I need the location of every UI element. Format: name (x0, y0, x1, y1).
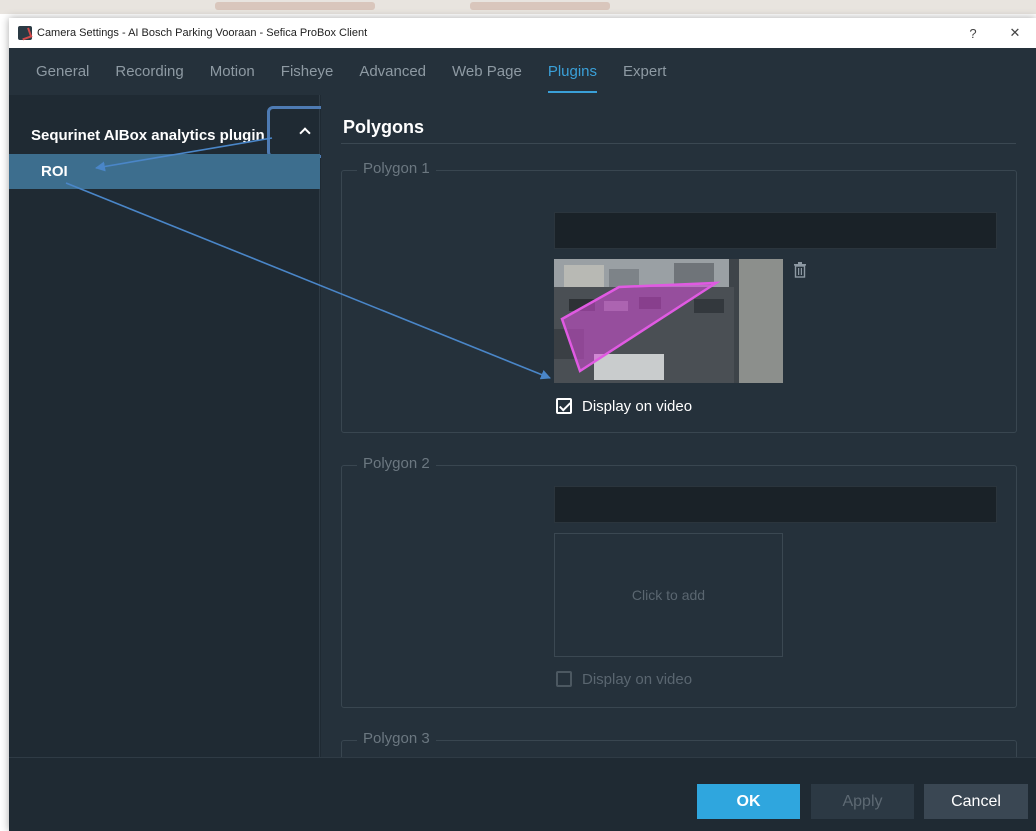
polygon-group-3: Polygon 3 (341, 730, 1017, 757)
sidebar-item-roi[interactable]: ROI (9, 154, 320, 189)
polygon-3-label: Polygon 3 (357, 730, 436, 747)
polygon-1-label: Polygon 1 (357, 160, 436, 177)
plugin-label: Sequrinet AIBox analytics plugin (31, 126, 265, 144)
trash-icon[interactable] (793, 262, 807, 278)
apply-button[interactable]: Apply (811, 784, 914, 819)
section-title: Polygons (343, 117, 425, 137)
close-button[interactable]: ✕ (994, 25, 1036, 41)
polygon-1-display-checkbox[interactable]: Display on video (556, 397, 692, 415)
plugin-sidebar: Sequrinet AIBox analytics plugin ROI (9, 95, 345, 757)
polygon-1-display-label: Display on video (582, 397, 693, 415)
app-icon (18, 26, 32, 40)
checkbox-unchecked-icon[interactable] (556, 671, 572, 687)
polygons-panel: Polygons Polygon 1 Display on video Poly… (321, 95, 1036, 757)
tab-plugins[interactable]: Plugins (547, 48, 598, 95)
polygon-2-add-area[interactable]: Click to add (554, 533, 783, 657)
tab-general[interactable]: General (36, 48, 89, 95)
tab-expert[interactable]: Expert (623, 48, 666, 95)
checkbox-checked-icon[interactable] (556, 398, 572, 414)
tab-fisheye[interactable]: Fisheye (281, 48, 334, 95)
polygon-2-label: Polygon 2 (357, 455, 436, 472)
polygon-group-1: Polygon 1 Display on video (341, 160, 1017, 433)
camera-settings-window: Camera Settings - AI Bosch Parking Voora… (9, 18, 1036, 831)
background-strip (0, 0, 1036, 14)
dialog-footer: OK Apply Cancel (9, 757, 1036, 831)
polygon-2-display-checkbox[interactable]: Display on video (556, 670, 692, 688)
background-blur (470, 2, 610, 10)
polygon-2-display-label: Display on video (582, 670, 693, 688)
cancel-button[interactable]: Cancel (924, 784, 1028, 819)
background-blur (215, 2, 375, 10)
window-title: Camera Settings - AI Bosch Parking Voora… (37, 27, 368, 39)
tab-motion[interactable]: Motion (210, 48, 255, 95)
tab-bar: General Recording Motion Fisheye Advance… (9, 48, 1036, 95)
section-divider (341, 143, 1016, 144)
tab-web-page[interactable]: Web Page (452, 48, 522, 95)
ok-button[interactable]: OK (697, 784, 800, 819)
polygon-1-thumbnail[interactable] (554, 259, 783, 383)
camera-thumbnail-image (554, 259, 783, 383)
polygon-group-2: Polygon 2 Click to add Display on video (341, 455, 1017, 708)
title-bar: Camera Settings - AI Bosch Parking Voora… (9, 18, 1036, 48)
polygon-2-name-input[interactable] (554, 486, 997, 523)
help-button[interactable]: ? (952, 26, 994, 41)
polygon-1-name-input[interactable] (554, 212, 997, 249)
tab-advanced[interactable]: Advanced (359, 48, 426, 95)
tab-recording[interactable]: Recording (115, 48, 183, 95)
